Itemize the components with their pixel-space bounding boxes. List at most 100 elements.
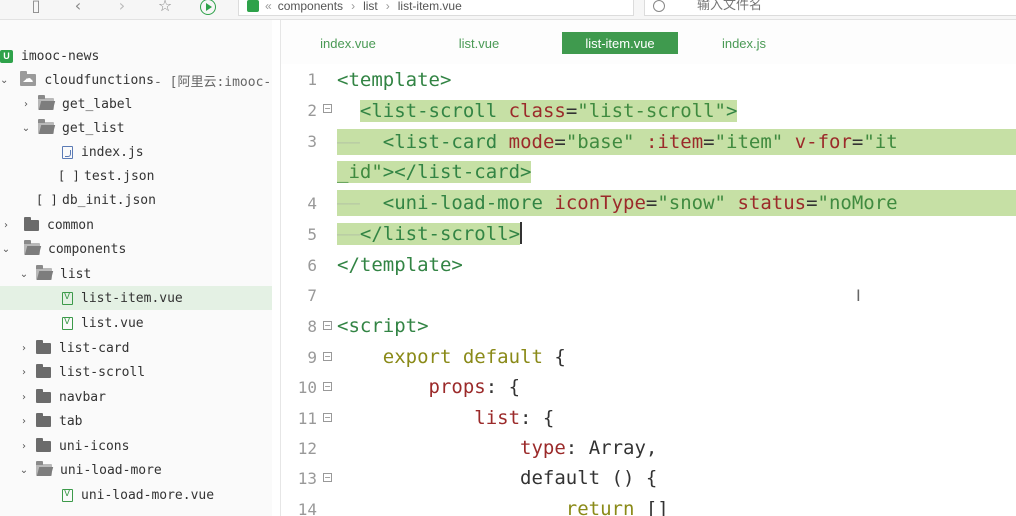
uni-project-icon: U (0, 49, 13, 63)
code-token: return (565, 498, 635, 516)
tree-item-label: test.json (84, 168, 155, 184)
save-icon[interactable]: ▯ (26, 0, 46, 16)
code-token: "list-scroll" (577, 100, 726, 122)
line-number: 12 (297, 439, 317, 458)
code-token: Array (588, 437, 646, 459)
tree-item-get-label[interactable]: › get_label (0, 92, 272, 116)
breadcrumb-separator: › (351, 0, 356, 13)
chevron-down-icon[interactable]: ⌄ (18, 269, 30, 280)
forward-arrow-icon[interactable]: › (112, 0, 132, 16)
tree-item-db-init-json[interactable]: [ ] db_init.json (0, 188, 272, 212)
code-token: "snow" (657, 192, 726, 214)
folder-open-icon (36, 265, 52, 280)
code-token: iconType (554, 192, 646, 214)
breadcrumb: « components › list › list-item.vue (238, 0, 634, 16)
chevron-right-icon[interactable]: › (18, 343, 30, 354)
code-token: props (428, 376, 486, 398)
code-token: <list-card (382, 131, 498, 153)
tree-item-components[interactable]: ⌄ components (0, 237, 272, 261)
code-line-13: default () { (337, 465, 657, 491)
line-number: 3 (307, 132, 317, 151)
tree-item-cloudfunctions[interactable]: ⌄ cloudfunctions - [阿里云:imooc-n (0, 68, 272, 92)
fold-toggle-icon[interactable]: − (323, 382, 332, 391)
tree-item-list-card[interactable]: › list-card (0, 336, 272, 360)
line-number: 11 (297, 409, 317, 428)
chevron-right-icon[interactable]: › (18, 367, 30, 378)
tree-item-label: tab (59, 413, 83, 429)
breadcrumb-item-list[interactable]: list (363, 0, 378, 13)
chevron-down-icon[interactable]: ⌄ (18, 465, 30, 476)
chevron-down-icon[interactable]: ⌄ (20, 123, 32, 134)
code-token: list (474, 407, 521, 429)
chevron-right-icon[interactable]: › (18, 441, 30, 452)
tree-item-label: list-item.vue (81, 290, 183, 306)
vue-file-icon (62, 488, 73, 502)
tree-item-list-scroll[interactable]: › list-scroll (0, 360, 272, 384)
tree-item-label: db_init.json (62, 192, 156, 208)
folder-icon (36, 363, 51, 378)
tree-item-label: uni-load-more (60, 462, 162, 478)
tab-list-vue[interactable]: list.vue (439, 32, 519, 54)
tree-item-label: uni-load-more.vue (81, 487, 215, 503)
editor-tabs: index.vue list.vue list-item.vue index.j… (281, 20, 1016, 64)
tree-item-label: common (47, 217, 94, 233)
tree-item-label: navbar (59, 389, 106, 405)
tree-item-imooc-news[interactable]: U imooc-news (0, 44, 272, 68)
run-button[interactable] (198, 0, 218, 16)
code-token: export default (382, 346, 543, 368)
breadcrumb-item-components[interactable]: components (278, 0, 343, 13)
back-arrow-icon[interactable]: ‹ (68, 0, 88, 16)
chevron-down-icon[interactable]: ⌄ (0, 244, 12, 255)
tree-item-list-vue[interactable]: list.vue (0, 311, 272, 335)
tree-item-get-list[interactable]: ⌄ get_list (0, 116, 272, 140)
folder-open-icon (24, 240, 40, 255)
tree-item-navbar[interactable]: › navbar (0, 385, 272, 409)
tree-item-list[interactable]: ⌄ list (0, 262, 272, 286)
tree-item-list-item-vue[interactable]: list-item.vue (0, 286, 272, 310)
fold-toggle-icon[interactable]: − (323, 413, 332, 422)
chevron-down-icon[interactable]: ⌄ (0, 75, 8, 86)
chevron-right-icon[interactable]: › (20, 99, 32, 110)
code-token: :item (645, 131, 704, 153)
tree-item-index-js[interactable]: index.js (0, 140, 272, 164)
fold-toggle-icon[interactable]: − (323, 104, 332, 113)
folder-icon (36, 412, 51, 427)
code-token: <script> (337, 315, 429, 337)
fold-toggle-icon[interactable]: − (323, 473, 332, 482)
code-token: <uni-load-more (382, 192, 543, 214)
code-token: , (645, 437, 658, 459)
code-line-4: —— <uni-load-more iconType="snow" status… (337, 190, 1016, 216)
breadcrumb-item-file[interactable]: list-item.vue (398, 0, 462, 13)
tree-item-uni-load-more[interactable]: ⌄ uni-load-more (0, 458, 272, 482)
tree-item-label: imooc-news (21, 48, 100, 64)
text-cursor (520, 222, 522, 244)
tree-item-common[interactable]: › common (0, 213, 272, 237)
tree-item-test-json[interactable]: [ ] test.json (0, 164, 272, 188)
tab-index-js[interactable]: index.js (713, 32, 775, 54)
tree-item-tab[interactable]: › tab (0, 409, 272, 433)
chevron-right-icon[interactable]: › (0, 220, 12, 231)
chevron-right-icon[interactable]: › (18, 416, 30, 427)
cloud-folder-icon (20, 71, 37, 86)
tree-item-label: list (60, 266, 92, 282)
code-token: "noMore (817, 192, 898, 214)
tab-list-item-vue[interactable]: list-item.vue (562, 32, 678, 54)
line-number: 14 (297, 500, 317, 516)
chevron-right-icon[interactable]: › (18, 392, 30, 403)
file-search-box (644, 0, 1016, 16)
star-icon[interactable]: ☆ (155, 0, 175, 16)
fold-toggle-icon[interactable]: − (323, 352, 332, 361)
breadcrumb-separator: › (385, 0, 390, 13)
code-token: > (726, 100, 738, 122)
tree-item-uni-load-more-vue[interactable]: uni-load-more.vue (0, 483, 272, 507)
line-number: 7 (307, 286, 317, 305)
tree-item-uni-icons[interactable]: › uni-icons (0, 434, 272, 458)
fold-toggle-icon[interactable]: − (323, 321, 332, 330)
code-editor[interactable]: 1 2 3 4 5 6 7 8 9 10 11 12 13 14 − − − −… (281, 64, 1016, 516)
code-token: <list-scroll (359, 100, 498, 122)
tab-index-vue[interactable]: index.vue (301, 32, 395, 54)
file-search-input[interactable] (697, 0, 897, 13)
tree-item-label: get_label (62, 96, 133, 112)
code-token: <template> (337, 69, 452, 91)
code-line-6: </template> (337, 252, 463, 278)
